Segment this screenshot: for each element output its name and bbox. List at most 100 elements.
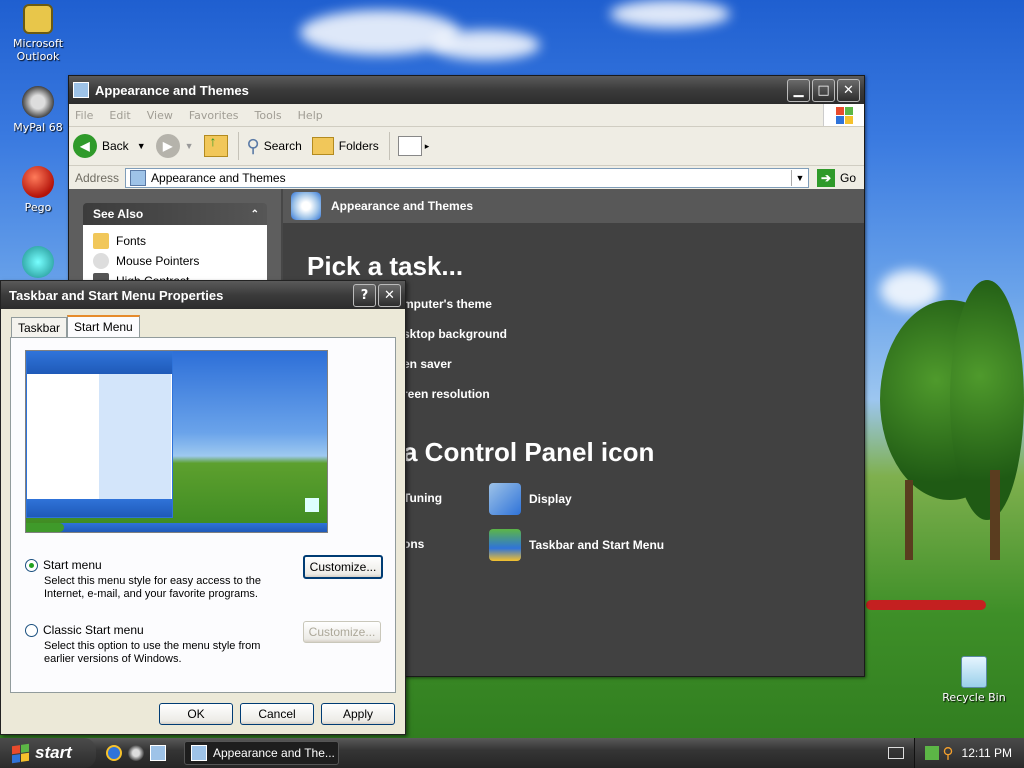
cp-icon-label: ons — [403, 537, 425, 551]
menu-tools[interactable]: Tools — [255, 109, 282, 122]
keyboard-icon[interactable] — [888, 747, 904, 759]
ok-button[interactable]: OK — [159, 703, 233, 725]
preview-menu-header — [27, 352, 172, 374]
classic-customize-button[interactable]: Customize... — [303, 621, 381, 643]
taskbar: start Appearance and The... ⚲ 12:11 PM — [0, 738, 1024, 768]
toolbar: ◀ Back ▼ ▶ ▼ ↑ ⚲ Search Folders ▸ — [69, 127, 864, 166]
views-button[interactable]: ▸ — [397, 136, 429, 156]
see-also-label: Mouse Pointers — [116, 254, 200, 268]
up-button[interactable]: ↑ — [203, 133, 228, 157]
search-icon[interactable]: ⚲ — [943, 744, 954, 762]
chevron-down-icon: ▼ — [184, 141, 194, 151]
network-icon[interactable] — [924, 746, 939, 760]
fonts-folder-icon — [93, 233, 109, 249]
appearance-icon — [291, 192, 321, 220]
show-desktop-icon[interactable] — [150, 745, 166, 761]
see-also-fonts[interactable]: Fonts — [93, 231, 267, 251]
cancel-button[interactable]: Cancel — [240, 703, 314, 725]
menubar: File Edit View Favorites Tools Help — [69, 104, 864, 127]
maximize-button[interactable]: □ — [812, 78, 835, 102]
raccoon-icon[interactable] — [128, 745, 144, 761]
go-button[interactable]: ➔ Go — [816, 169, 856, 187]
dialog-titlebar[interactable]: Taskbar and Start Menu Properties ? ✕ — [1, 281, 405, 309]
menu-file[interactable]: File — [75, 109, 93, 122]
cp-icon-tuning[interactable]: Tuning — [403, 491, 442, 505]
start-menu-radio-label: Start menu — [43, 558, 102, 572]
desktop-icon-mypal[interactable]: MyPal 68 — [0, 86, 76, 134]
close-button[interactable]: ✕ — [837, 78, 860, 102]
desktop-icon-label: Pego — [24, 201, 52, 214]
task-link-background[interactable]: sktop background — [403, 327, 507, 341]
see-also-mouse-pointers[interactable]: Mouse Pointers — [93, 251, 267, 271]
go-arrow-icon: ➔ — [816, 169, 835, 187]
customize-button[interactable]: Customize... — [303, 555, 383, 579]
address-input[interactable]: Appearance and Themes ▼ — [125, 168, 809, 188]
toolbar-separator — [388, 132, 390, 160]
pick-icon-heading: a Control Panel icon — [403, 437, 655, 467]
classic-start-menu-radio[interactable]: Classic Start menu — [25, 623, 144, 637]
preview-start-button — [26, 523, 64, 532]
tab-strip: Taskbar Start Menu — [11, 315, 140, 339]
toolbar-separator — [237, 132, 239, 160]
clock: 12:11 PM — [961, 746, 1012, 760]
preview-taskbar — [26, 523, 327, 532]
apply-button[interactable]: Apply — [321, 703, 395, 725]
folder-up-icon: ↑ — [203, 133, 228, 157]
tab-taskbar[interactable]: Taskbar — [11, 317, 68, 339]
internet-explorer-icon[interactable] — [106, 745, 122, 761]
category-header: Appearance and Themes — [283, 189, 864, 223]
desktop-icon-unknown[interactable] — [0, 246, 76, 281]
window-title: Appearance and Themes — [95, 82, 249, 98]
desktop-icon-outlook[interactable]: Microsoft Outlook — [0, 4, 76, 63]
folders-button[interactable]: Folders — [311, 137, 379, 155]
task-link-screen-saver[interactable]: en saver — [403, 357, 452, 371]
menu-view[interactable]: View — [147, 109, 173, 122]
preview-menu-footer — [27, 499, 172, 517]
cp-icon-label: Taskbar and Start Menu — [529, 538, 665, 552]
cp-icon-taskbar[interactable]: Taskbar and Start Menu — [489, 529, 664, 561]
back-arrow-icon: ◀ — [73, 134, 97, 158]
control-panel-icon — [130, 170, 147, 186]
start-button[interactable]: start — [0, 738, 96, 768]
cp-icon-options[interactable]: ons — [403, 537, 424, 551]
explorer-titlebar[interactable]: Appearance and Themes ▁ □ ✕ — [69, 76, 864, 104]
start-menu-radio[interactable]: Start menu — [25, 558, 102, 572]
search-button[interactable]: ⚲ Search — [247, 136, 302, 157]
back-button[interactable]: ◀ Back ▼ — [73, 134, 146, 158]
windows-logo-icon — [823, 104, 864, 126]
minimize-button[interactable]: ▁ — [787, 78, 810, 102]
taskbar-task-appearance[interactable]: Appearance and The... — [184, 741, 339, 765]
start-menu-preview — [25, 350, 328, 533]
quick-launch — [106, 745, 166, 761]
menu-favorites[interactable]: Favorites — [189, 109, 239, 122]
cp-icon-label: Tuning — [403, 491, 443, 505]
cp-icon-display[interactable]: Display — [489, 483, 572, 515]
search-label: Search — [263, 139, 302, 153]
category-title: Appearance and Themes — [331, 199, 474, 213]
desktop-icon-pego[interactable]: Pego — [0, 166, 76, 214]
preview-start-menu — [26, 351, 173, 518]
tab-start-menu[interactable]: Start Menu — [67, 315, 140, 339]
outlook-icon — [23, 4, 53, 34]
desktop-icon-label: MyPal 68 — [13, 121, 63, 134]
start-label: start — [35, 743, 72, 762]
address-value: Appearance and Themes — [151, 171, 286, 185]
address-dropdown[interactable]: ▼ — [790, 170, 808, 186]
classic-radio-label: Classic Start menu — [43, 623, 144, 637]
help-button[interactable]: ? — [353, 283, 376, 307]
close-button[interactable]: ✕ — [378, 283, 401, 307]
desktop-icon-label: Recycle Bin — [942, 691, 1006, 704]
task-link-resolution[interactable]: reen resolution — [403, 387, 490, 401]
menu-help[interactable]: Help — [298, 109, 323, 122]
chevron-down-icon: ▼ — [136, 141, 146, 151]
app-icon — [22, 246, 54, 278]
taskbar-start-menu-icon — [489, 529, 521, 561]
menu-edit[interactable]: Edit — [109, 109, 130, 122]
forward-arrow-icon: ▶ — [155, 134, 180, 158]
see-also-label: Fonts — [116, 234, 147, 248]
collapse-icon[interactable]: ⌃ — [251, 209, 259, 220]
forward-button[interactable]: ▶ ▼ — [155, 134, 194, 158]
task-link-theme[interactable]: mputer's theme — [403, 297, 492, 311]
see-also-header[interactable]: See Also ⌃ — [83, 203, 267, 225]
desktop-icon-recycle-bin[interactable]: Recycle Bin — [936, 656, 1012, 704]
